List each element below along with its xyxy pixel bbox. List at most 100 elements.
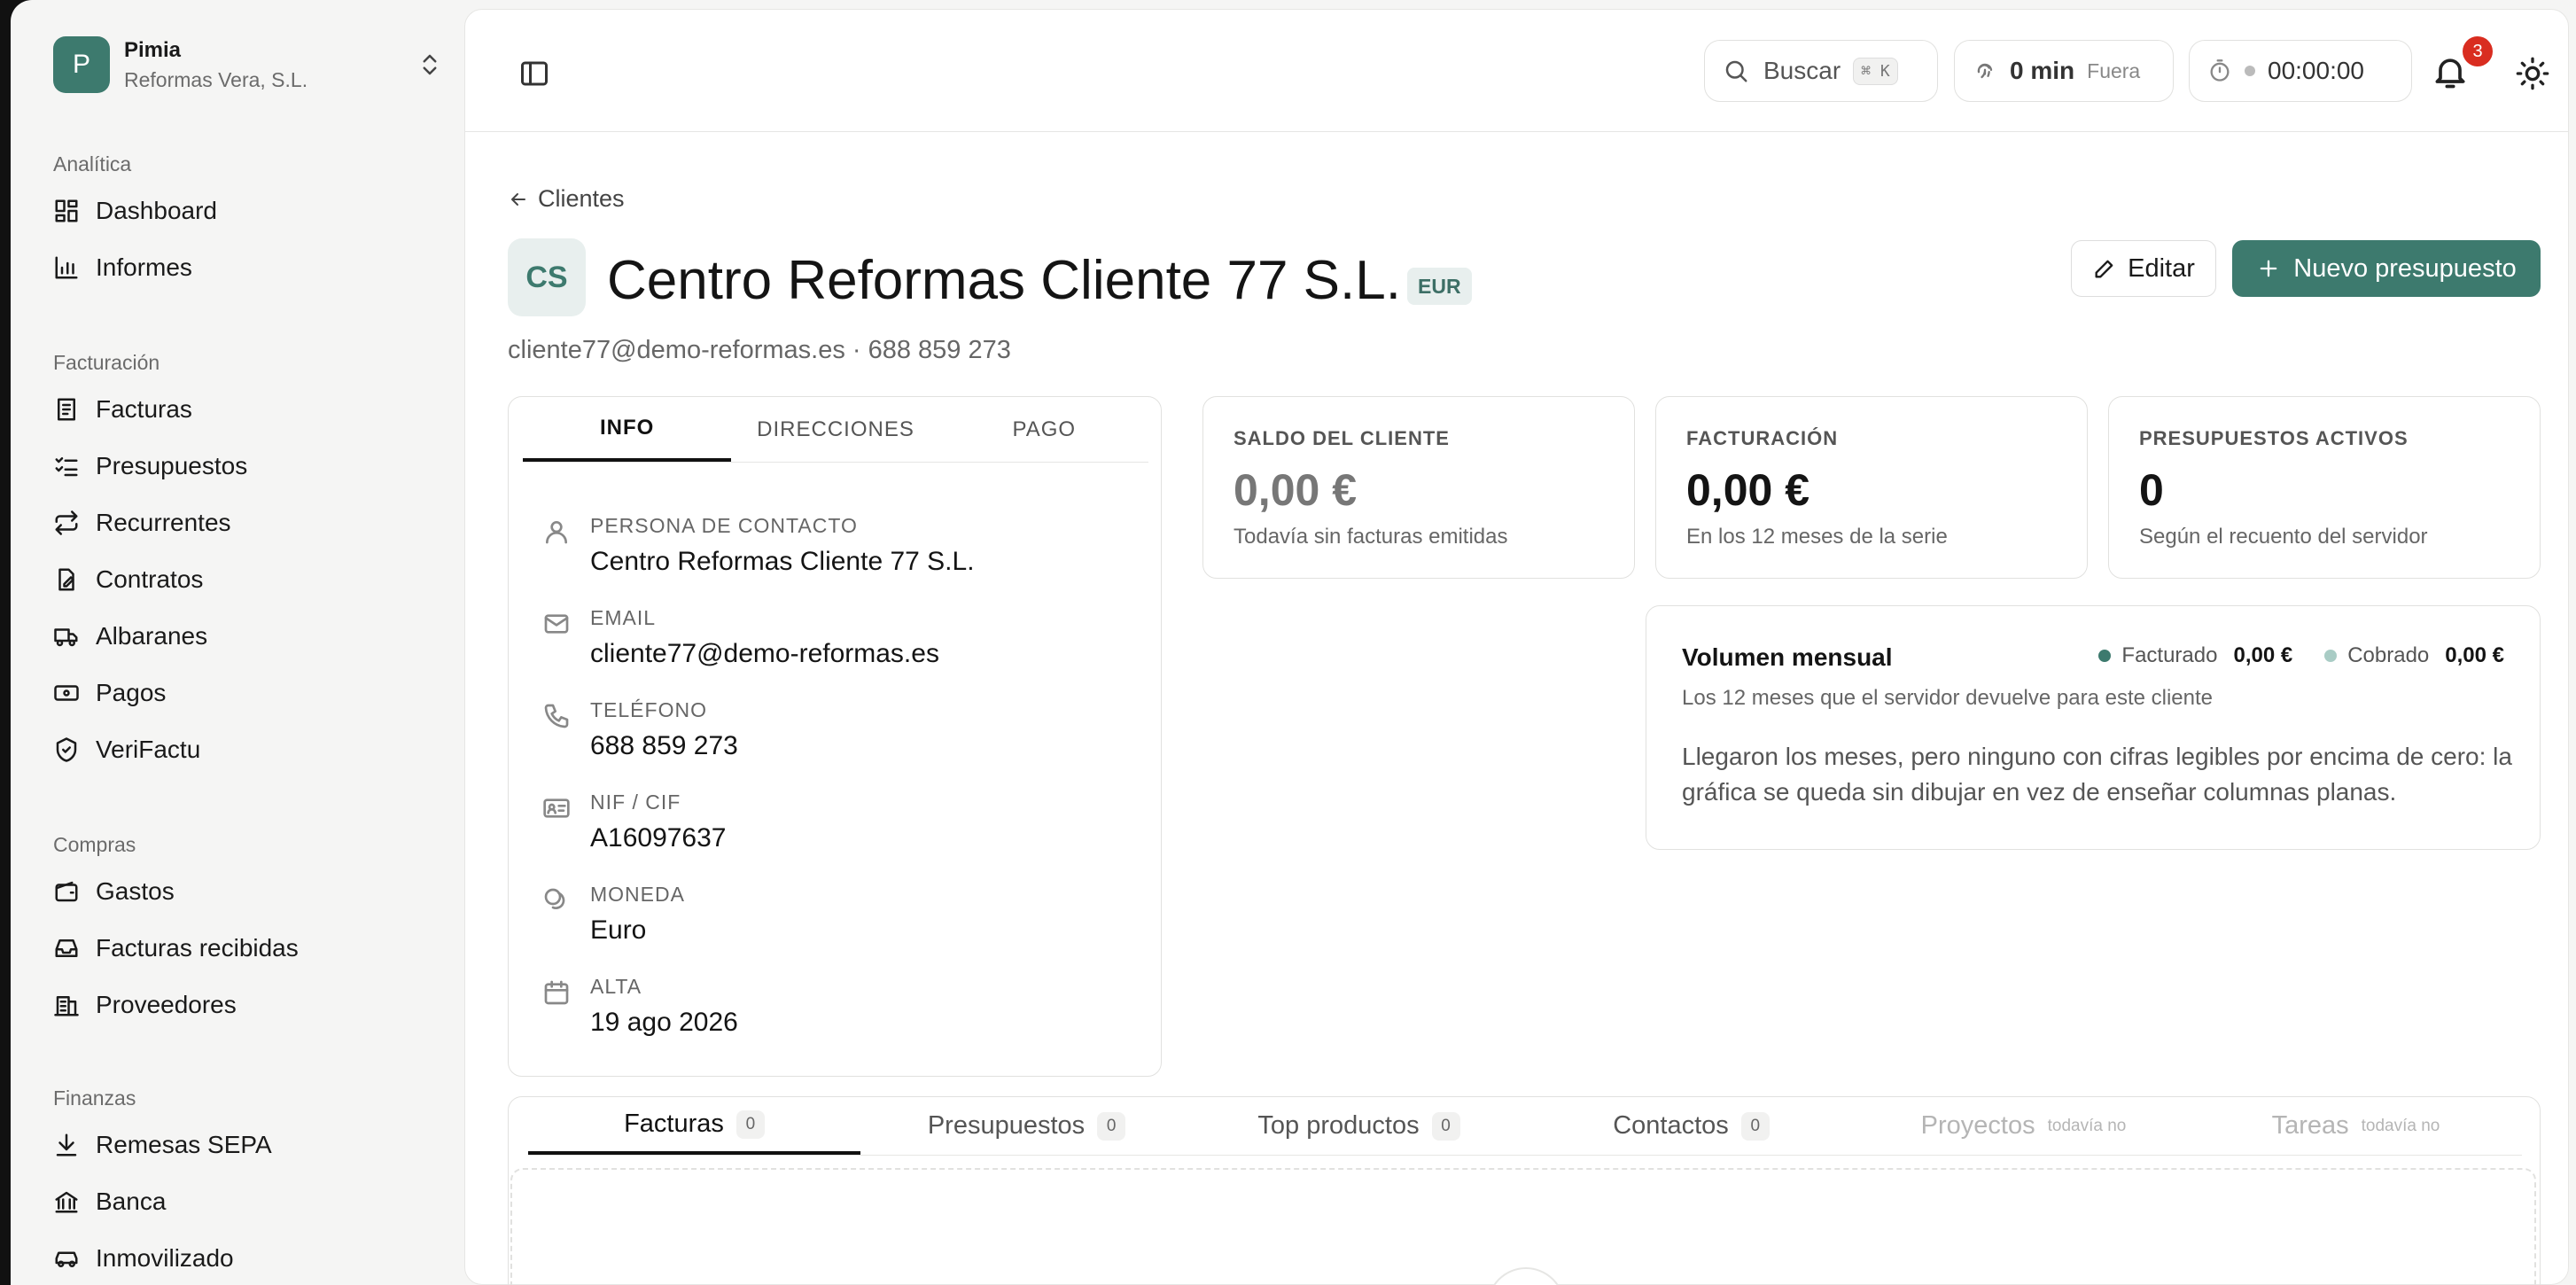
client-avatar: CS (508, 238, 586, 316)
tab-direcciones[interactable]: DIRECCIONES (731, 397, 939, 462)
field-phone: TELÉFONO 688 859 273 (542, 698, 738, 761)
currency-badge: EUR (1407, 268, 1472, 305)
timer-value: 00:00:00 (2268, 57, 2364, 84)
sidebar-item-facturas[interactable]: Facturas (53, 381, 443, 438)
tab-facturas[interactable]: Facturas 0 (528, 1097, 860, 1155)
arrow-left-icon (511, 192, 525, 206)
tab-pago[interactable]: PAGO (940, 397, 1148, 462)
sidebar-item-gastos[interactable]: Gastos (53, 863, 443, 920)
tab-count: 0 (735, 1110, 765, 1139)
bank-icon (55, 1191, 78, 1213)
id-card-icon (543, 798, 570, 818)
car-icon (55, 1251, 78, 1267)
field-currency: MONEDA Euro (542, 883, 685, 946)
timer-button[interactable]: 00:00:00 (2189, 40, 2412, 102)
search-button[interactable]: Buscar ⌘ K (1704, 40, 1938, 102)
sidebar-item-remesas-sepa[interactable]: Remesas SEPA (53, 1117, 443, 1173)
page-title: Centro Reformas Cliente 77 S.L. (607, 250, 1401, 311)
nav-section-analytics: Analítica Dashboard Informes (53, 145, 443, 296)
sidebar-item-presupuestos[interactable]: Presupuestos (53, 438, 443, 495)
sidebar-item-inmovilizado[interactable]: Inmovilizado (53, 1230, 443, 1285)
tab-note: todavía no (2047, 1116, 2127, 1135)
info-tabs: INFO DIRECCIONES PAGO (523, 397, 1148, 463)
empty-state-icon (1487, 1267, 1565, 1285)
legend-value: 0,00 € (2233, 643, 2293, 667)
nav-heading: Facturación (53, 351, 160, 374)
tab-label: Tareas (2271, 1111, 2349, 1140)
tab-contactos[interactable]: Contactos 0 (1525, 1097, 1857, 1155)
phone-icon (544, 704, 569, 728)
mail-icon (544, 614, 569, 634)
sidebar-item-dashboard[interactable]: Dashboard (53, 183, 443, 239)
edit-button[interactable]: Editar (2071, 240, 2216, 297)
tab-top-productos[interactable]: Top productos 0 (1193, 1097, 1525, 1155)
field-label: MONEDA (590, 883, 685, 906)
dashboard-icon (55, 199, 78, 222)
sidebar-item-contratos[interactable]: Contratos (53, 551, 443, 608)
nav-heading: Finanzas (53, 1086, 136, 1110)
field-value: Euro (590, 915, 647, 945)
sidebar-item-label: Informes (96, 253, 192, 281)
tab-presupuestos[interactable]: Presupuestos 0 (860, 1097, 1193, 1155)
banknote-icon (54, 685, 79, 701)
field-created: ALTA 19 ago 2026 (542, 975, 738, 1038)
sidebar-item-label: Banca (96, 1188, 167, 1215)
tab-count: 0 (1097, 1111, 1126, 1141)
new-quote-button[interactable]: Nuevo presupuesto (2232, 240, 2541, 297)
sidebar-item-label: Pagos (96, 679, 167, 706)
back-to-clients-link[interactable]: Clientes (508, 185, 625, 213)
org-switcher[interactable]: P Pimia Reformas Vera, S.L. (53, 35, 443, 94)
sidebar-toggle-icon[interactable] (518, 58, 550, 90)
sidebar-item-facturas-recibidas[interactable]: Facturas recibidas (53, 920, 443, 977)
volume-title: Volumen mensual (1682, 643, 1893, 671)
field-contact-person: PERSONA DE CONTACTO Centro Reformas Clie… (542, 514, 975, 577)
sidebar-item-pagos[interactable]: Pagos (53, 665, 443, 721)
sidebar-item-banca[interactable]: Banca (53, 1173, 443, 1230)
tab-info[interactable]: INFO (523, 397, 732, 462)
sidebar-item-label: Gastos (96, 877, 175, 905)
field-value: Centro Reformas Cliente 77 S.L. (590, 547, 975, 576)
sun-icon[interactable] (2515, 56, 2550, 91)
search-icon (1725, 60, 1747, 82)
tab-count: 0 (1431, 1111, 1460, 1141)
invoice-icon (58, 398, 75, 421)
inbox-icon (55, 939, 78, 957)
sidebar-item-informes[interactable]: Informes (53, 239, 443, 296)
notifications-badge: 3 (2463, 36, 2493, 66)
sidebar-item-label: Remesas SEPA (96, 1131, 272, 1158)
topbar: Buscar ⌘ K 0 min Fuera 00:00:00 3 (465, 10, 2568, 132)
stat-value: 0 (2139, 465, 2164, 515)
sidebar-item-verifactu[interactable]: VeriFactu (53, 721, 443, 778)
stat-card-billing: FACTURACIÓN 0,00 € En los 12 meses de la… (1655, 396, 2088, 579)
volume-legend: Facturado 0,00 € Cobrado 0,00 € (2098, 643, 2504, 668)
sidebar: P Pimia Reformas Vera, S.L. Analítica Da… (11, 0, 464, 1285)
legend-label: Facturado (2121, 643, 2218, 667)
bar-chart-icon (55, 256, 78, 279)
main-panel: Buscar ⌘ K 0 min Fuera 00:00:00 3 Client… (464, 9, 2569, 1285)
sidebar-item-proveedores[interactable]: Proveedores (53, 977, 443, 1033)
stat-label: PRESUPUESTOS ACTIVOS (2139, 427, 2409, 449)
app-shell: P Pimia Reformas Vera, S.L. Analítica Da… (11, 0, 2576, 1285)
field-value: A16097637 (590, 823, 727, 853)
edit-label: Editar (2128, 253, 2195, 283)
field-tax-id: NIF / CIF A16097637 (542, 790, 727, 853)
related-tabs: Facturas 0 Presupuestos 0 Top productos … (528, 1097, 2522, 1156)
tab-proyectos: Proyectos todavía no (1857, 1097, 2190, 1155)
sidebar-item-label: Inmovilizado (96, 1244, 234, 1272)
pencil-icon (2095, 260, 2113, 278)
tab-count: 0 (1740, 1111, 1770, 1141)
sidebar-item-albaranes[interactable]: Albaranes (53, 608, 443, 665)
back-link-label: Clientes (538, 185, 625, 212)
stat-note: En los 12 meses de la serie (1686, 525, 1948, 549)
tab-note: todavía no (2361, 1116, 2440, 1135)
sidebar-item-label: VeriFactu (96, 736, 201, 763)
stat-card-balance: SALDO DEL CLIENTE 0,00 € Todavía sin fac… (1202, 396, 1635, 579)
stat-value: 0,00 € (1686, 465, 1810, 515)
presence-status: Fuera (2087, 58, 2141, 82)
presence-button[interactable]: 0 min Fuera (1954, 40, 2174, 102)
wallet-icon (55, 881, 78, 902)
sidebar-item-recurrentes[interactable]: Recurrentes (53, 495, 443, 551)
legend-label: Cobrado (2347, 643, 2430, 667)
org-avatar: P (53, 36, 110, 93)
nav-section-finance: Finanzas Remesas SEPA Banca Inmovilizado (53, 1079, 443, 1285)
